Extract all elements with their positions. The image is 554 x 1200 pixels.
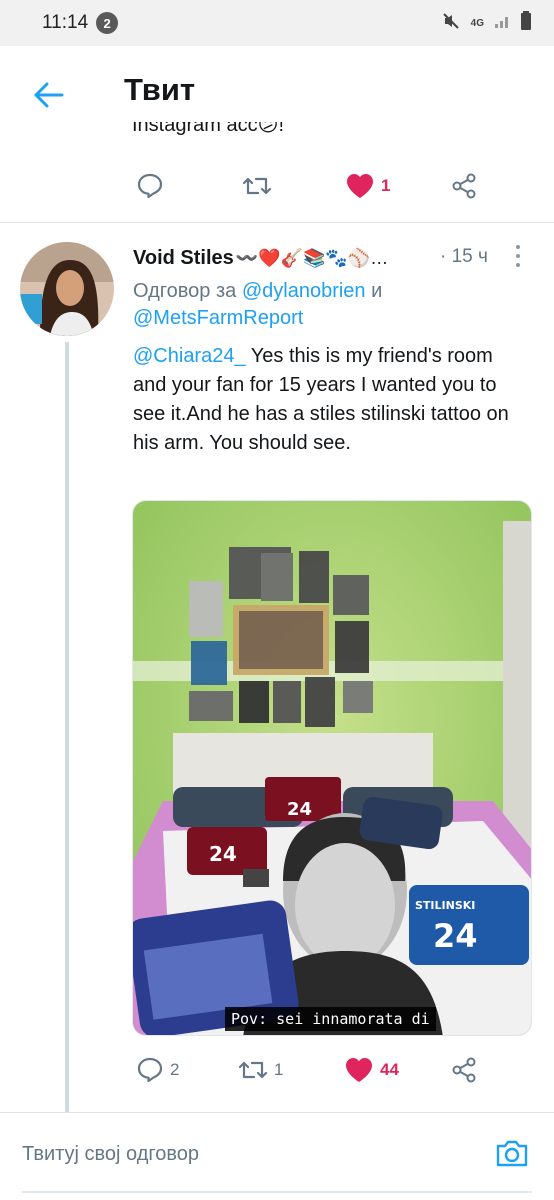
heart-icon <box>346 1058 372 1082</box>
network-type: 4G <box>470 17 484 29</box>
tweet-actions: 2 1 44 <box>0 1054 554 1090</box>
like-count: 44 <box>380 1060 399 1079</box>
mention-chiara24[interactable]: @Chiara24_ <box>133 345 246 367</box>
jersey-name: STILINSKI <box>415 899 475 912</box>
mention-metsfarmreport[interactable]: @MetsFarmReport <box>133 307 303 329</box>
share-icon <box>452 1057 476 1083</box>
share-button[interactable] <box>450 1056 478 1084</box>
reply-composer: Твитуј свој одговор <box>0 1112 554 1200</box>
status-time: 11:14 <box>42 12 89 33</box>
more-options-button[interactable] <box>508 243 528 269</box>
retweet-count: 1 <box>274 1060 284 1079</box>
reply-context: Одговор за @dylanobrien и @MetsFarmRepor… <box>133 280 383 329</box>
author-name[interactable]: Void Stiles <box>133 247 234 270</box>
share-icon <box>452 173 476 199</box>
like-button[interactable]: 44 <box>344 1056 399 1084</box>
prev-like-button[interactable]: 1 <box>345 172 390 200</box>
reply-icon <box>137 1057 163 1083</box>
battery-icon <box>520 10 532 36</box>
prev-share-button[interactable] <box>450 172 478 200</box>
retweet-icon <box>242 177 272 195</box>
mention-dylanobrien[interactable]: @dylanobrien <box>242 280 366 302</box>
reply-button[interactable]: 2 <box>136 1056 179 1084</box>
back-arrow-icon <box>34 82 64 108</box>
reply-input[interactable]: Твитуј свој одговор <box>22 1143 199 1166</box>
retweet-icon <box>238 1061 268 1079</box>
retweet-button[interactable]: 1 <box>238 1056 283 1084</box>
jersey-number-1: 24 <box>287 799 312 820</box>
page-title: Твит <box>124 72 196 107</box>
mute-icon <box>441 11 461 36</box>
reply-count: 2 <box>170 1060 180 1079</box>
back-button[interactable] <box>30 76 68 114</box>
reply-icon <box>137 173 163 199</box>
notification-badge: 2 <box>96 12 119 34</box>
status-icons: 4G <box>441 10 532 36</box>
reply-underline <box>22 1191 532 1193</box>
tweet-text: @Chiara24_ Yes this is my friend's room … <box>133 342 523 458</box>
prev-retweet-button[interactable] <box>242 172 272 200</box>
camera-button[interactable] <box>494 1135 530 1171</box>
tweet-divider <box>0 222 554 223</box>
timestamp: · 15 ч <box>440 246 488 267</box>
jersey-number-3: 24 <box>433 917 478 955</box>
prev-reply-button[interactable] <box>136 172 164 200</box>
previous-tweet-actions: 1 <box>0 168 554 208</box>
media-caption: Pov: sei innamorata di <box>225 1007 436 1031</box>
more-icon <box>516 245 520 249</box>
previous-tweet-text: Instagram acc😕! <box>132 122 285 136</box>
author-emoji: 〰️❤️🎸📚🐾⚾… <box>235 247 389 268</box>
camera-icon <box>496 1140 528 1167</box>
tweet-media-image[interactable]: 24 24 STILINSKI 24 Pov: sei innamorata d… <box>132 500 532 1036</box>
heart-icon <box>347 174 373 198</box>
thread-line <box>65 342 69 1112</box>
prev-like-count: 1 <box>381 176 391 195</box>
avatar[interactable] <box>20 242 114 336</box>
signal-icon <box>494 13 510 34</box>
jersey-number-2: 24 <box>209 842 237 866</box>
status-bar: 11:14 2 4G <box>0 0 554 46</box>
